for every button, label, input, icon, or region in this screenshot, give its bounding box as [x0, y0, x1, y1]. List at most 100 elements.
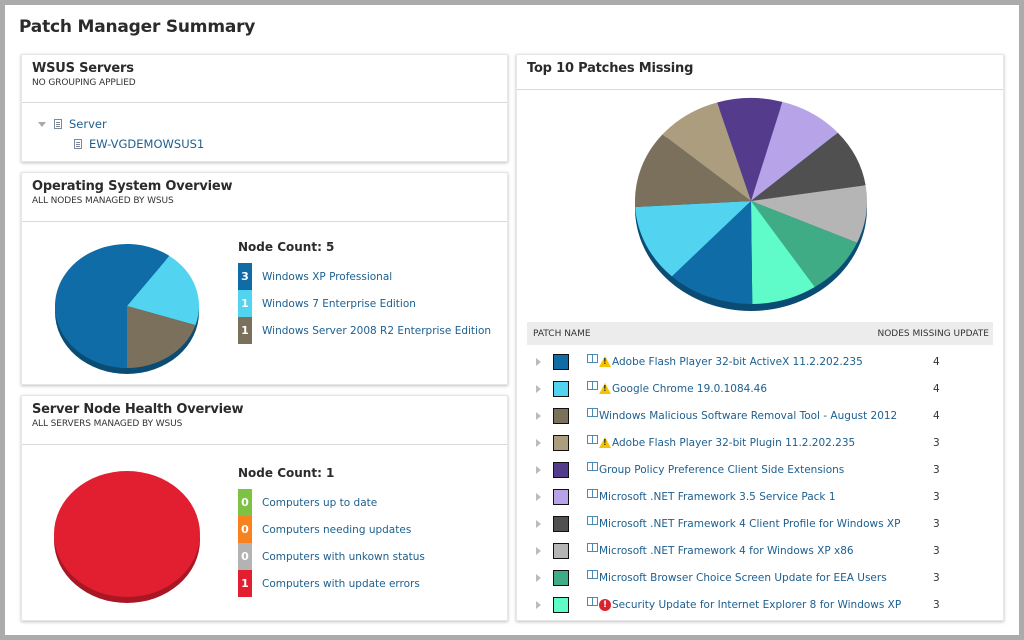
patch-name-link[interactable]: Microsoft .NET Framework 3.5 Service Pac…	[599, 491, 933, 503]
health-pie-chart	[54, 471, 200, 603]
legend-item[interactable]: 3 Windows XP Professional	[238, 263, 491, 290]
patch-row[interactable]: Google Chrome 19.0.1084.464	[527, 375, 993, 402]
legend-label[interactable]: Computers with update errors	[262, 578, 420, 590]
patch-name-link[interactable]: Google Chrome 19.0.1084.46	[612, 383, 933, 395]
patch-row[interactable]: Adobe Flash Player 32-bit Plugin 11.2.20…	[527, 429, 993, 456]
nodes-missing-count: 3	[933, 598, 940, 611]
panel-header: WSUS Servers NO GROUPING APPLIED	[22, 55, 507, 103]
color-swatch	[553, 596, 569, 613]
os-pie-chart	[54, 244, 199, 374]
expand-arrow-icon[interactable]	[536, 573, 541, 582]
patch-row[interactable]: Microsoft .NET Framework 4 Client Profil…	[527, 510, 993, 537]
color-swatch	[553, 353, 569, 370]
panel-header: Operating System Overview ALL NODES MANA…	[22, 173, 507, 222]
column-header-patch-name[interactable]: PATCH NAME	[533, 329, 591, 339]
color-swatch	[553, 542, 569, 559]
package-icon	[587, 543, 598, 552]
expand-arrow-icon[interactable]	[536, 492, 541, 501]
color-swatch	[553, 380, 569, 397]
tree-node-server[interactable]: Server	[38, 117, 107, 131]
warning-icon	[599, 383, 611, 394]
collapse-triangle-icon[interactable]	[38, 121, 46, 127]
legend-count-badge: 0	[238, 489, 252, 516]
legend-item[interactable]: 1 Computers with update errors	[238, 570, 425, 597]
legend-label[interactable]: Computers up to date	[262, 497, 377, 509]
patch-row[interactable]: Adobe Flash Player 32-bit ActiveX 11.2.2…	[527, 348, 993, 375]
patch-name-link[interactable]: Microsoft .NET Framework 4 for Windows X…	[599, 545, 933, 557]
server-icon	[54, 119, 62, 129]
legend-item[interactable]: 0 Computers needing updates	[238, 516, 425, 543]
legend-count-badge: 1	[238, 317, 252, 344]
color-swatch	[553, 461, 569, 478]
pie-slice[interactable]	[54, 471, 200, 597]
patch-name-link[interactable]: Adobe Flash Player 32-bit Plugin 11.2.20…	[612, 437, 933, 449]
legend-count-badge: 1	[238, 570, 252, 597]
patch-name-link[interactable]: Microsoft Browser Choice Screen Update f…	[599, 572, 933, 584]
package-icon	[587, 516, 598, 525]
panel-title: Top 10 Patches Missing	[527, 61, 694, 76]
patch-row[interactable]: Group Policy Preference Client Side Exte…	[527, 456, 993, 483]
os-legend: Node Count: 5 3 Windows XP Professional 1 W…	[238, 240, 491, 344]
expand-arrow-icon[interactable]	[536, 519, 541, 528]
legend-count-badge: 1	[238, 290, 252, 317]
legend-label[interactable]: Windows 7 Enterprise Edition	[262, 298, 416, 310]
nodes-missing-count: 4	[933, 409, 940, 422]
nodes-missing-count: 3	[933, 436, 940, 449]
tree-node-label[interactable]: Server	[69, 117, 107, 131]
color-swatch	[553, 569, 569, 586]
patch-row[interactable]: ! Security Update for Internet Explorer 8…	[527, 591, 993, 618]
patch-row[interactable]: Microsoft Browser Choice Screen Update f…	[527, 564, 993, 591]
legend-label[interactable]: Windows Server 2008 R2 Enterprise Editio…	[262, 325, 491, 337]
expand-arrow-icon[interactable]	[536, 357, 541, 366]
package-icon	[587, 597, 598, 606]
server-tree: Server EW-VGDEMOWSUS1	[22, 103, 507, 161]
patch-name-link[interactable]: Security Update for Internet Explorer 8 …	[612, 599, 933, 611]
legend-item[interactable]: 0 Computers up to date	[238, 489, 425, 516]
node-count-label: Node Count: 1	[238, 466, 335, 480]
legend-label[interactable]: Windows XP Professional	[262, 271, 392, 283]
patch-name-link[interactable]: Adobe Flash Player 32-bit ActiveX 11.2.2…	[612, 356, 933, 368]
expand-arrow-icon[interactable]	[536, 546, 541, 555]
legend-item[interactable]: 0 Computers with unkown status	[238, 543, 425, 570]
patch-name-link[interactable]: Microsoft .NET Framework 4 Client Profil…	[599, 518, 933, 530]
nodes-missing-count: 3	[933, 463, 940, 476]
error-icon: !	[599, 598, 611, 611]
color-swatch	[553, 488, 569, 505]
legend-item[interactable]: 1 Windows 7 Enterprise Edition	[238, 290, 491, 317]
expand-arrow-icon[interactable]	[536, 465, 541, 474]
patch-row[interactable]: Microsoft .NET Framework 4 for Windows X…	[527, 537, 993, 564]
panel-title: Operating System Overview	[32, 179, 233, 194]
tree-node-label[interactable]: EW-VGDEMOWSUS1	[89, 137, 204, 151]
column-header-nodes-missing[interactable]: NODES MISSING UPDATE	[877, 329, 989, 339]
panel-subtitle: ALL NODES MANAGED BY WSUS	[32, 196, 174, 206]
patch-row[interactable]: Microsoft .NET Framework 3.5 Service Pac…	[527, 483, 993, 510]
panel-header: Server Node Health Overview ALL SERVERS …	[22, 396, 507, 445]
legend-count-badge: 3	[238, 263, 252, 290]
node-count-label: Node Count: 5	[238, 240, 335, 254]
page-title: Patch Manager Summary	[19, 17, 256, 37]
legend-item[interactable]: 1 Windows Server 2008 R2 Enterprise Editi…	[238, 317, 491, 344]
health-legend: Node Count: 1 0 Computers up to date 0 Comp…	[238, 466, 425, 597]
color-swatch	[553, 515, 569, 532]
warning-icon	[599, 356, 611, 367]
nodes-missing-count: 4	[933, 382, 940, 395]
patch-row[interactable]: Windows Malicious Software Removal Tool …	[527, 402, 993, 429]
warning-icon	[599, 437, 611, 448]
panel-header: Top 10 Patches Missing	[517, 55, 1003, 90]
nodes-missing-count: 3	[933, 571, 940, 584]
patch-name-link[interactable]: Group Policy Preference Client Side Exte…	[599, 464, 933, 476]
page: Patch Manager Summary WSUS Servers NO GR…	[5, 5, 1019, 635]
expand-arrow-icon[interactable]	[536, 438, 541, 447]
top-patches-panel: Top 10 Patches Missing PATCH NAME NODES …	[516, 54, 1004, 621]
package-icon	[587, 354, 598, 363]
patch-table-header: PATCH NAME NODES MISSING UPDATE	[527, 322, 993, 345]
panel-title: WSUS Servers	[32, 61, 134, 76]
legend-label[interactable]: Computers needing updates	[262, 524, 411, 536]
expand-arrow-icon[interactable]	[536, 600, 541, 609]
server-icon	[74, 139, 82, 149]
patch-name-link[interactable]: Windows Malicious Software Removal Tool …	[599, 410, 933, 422]
legend-label[interactable]: Computers with unkown status	[262, 551, 425, 563]
tree-node-wsus-server[interactable]: EW-VGDEMOWSUS1	[74, 137, 204, 151]
expand-arrow-icon[interactable]	[536, 384, 541, 393]
expand-arrow-icon[interactable]	[536, 411, 541, 420]
